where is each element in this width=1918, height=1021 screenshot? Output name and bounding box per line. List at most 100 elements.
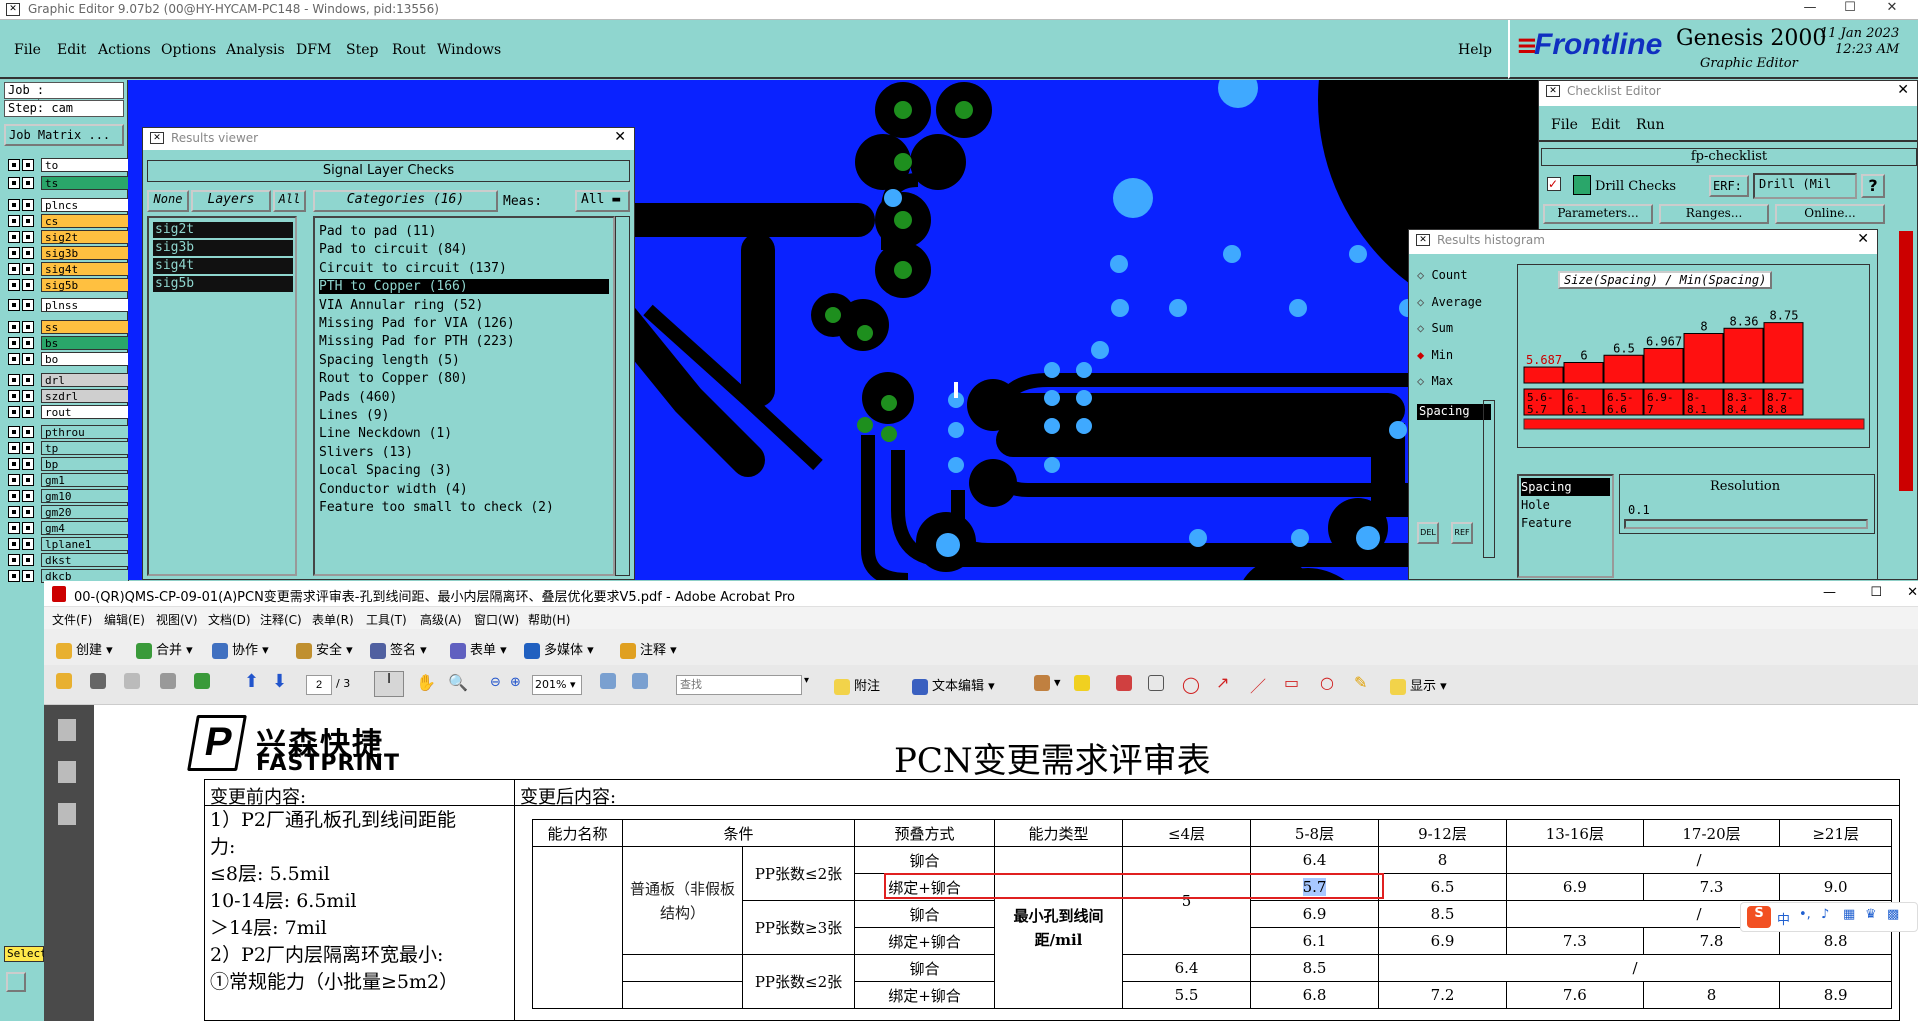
layer-checkbox[interactable] [22, 390, 34, 402]
ime-punct-icon[interactable]: •, [1799, 907, 1811, 922]
layer-name[interactable]: gm20 [41, 505, 129, 519]
text-edit-button[interactable]: 文本编辑 ▾ [912, 675, 995, 695]
layer-checkbox[interactable] [8, 406, 20, 418]
category-item[interactable]: Lines (9) [319, 408, 389, 423]
task-button[interactable]: 表单 ▾ [450, 639, 507, 659]
job-matrix-button[interactable]: Job Matrix ... [4, 124, 124, 146]
signatures-icon[interactable] [58, 803, 76, 825]
pencil-icon[interactable]: ✎ [1354, 673, 1367, 692]
scrollbar[interactable] [1483, 400, 1495, 558]
spacing-selected[interactable]: Spacing [1417, 404, 1491, 420]
menu-help[interactable]: Help [1458, 42, 1492, 58]
layer-name[interactable]: bp [41, 457, 129, 471]
layer-checkbox[interactable] [22, 490, 34, 502]
close-icon[interactable]: ✕ [1897, 82, 1909, 98]
layer-checkbox[interactable] [8, 522, 20, 534]
acrobat-menu-item[interactable]: 窗口(W) [474, 611, 519, 628]
layer-checkbox[interactable] [22, 177, 34, 189]
category-item[interactable]: Pad to circuit (84) [319, 242, 468, 257]
tool-icon[interactable] [6, 972, 26, 992]
maximize-icon[interactable]: ☐ [1870, 585, 1882, 600]
layer-item[interactable]: cs [8, 214, 129, 228]
layer-checkbox[interactable] [22, 406, 34, 418]
acrobat-menu-item[interactable]: 注释(C) [260, 611, 302, 628]
task-button[interactable]: 签名 ▾ [370, 639, 427, 659]
layer-checkbox[interactable] [22, 299, 34, 311]
meas-select[interactable]: All ▬ [575, 190, 630, 212]
oval-icon[interactable]: ○ [1320, 673, 1334, 692]
category-item[interactable]: Feature too small to check (2) [319, 500, 554, 515]
layer-item[interactable]: bo [8, 352, 129, 366]
textbox-icon[interactable] [1148, 675, 1168, 691]
layer-name[interactable]: sig2t [41, 230, 129, 244]
layer-name[interactable]: plnss [41, 298, 129, 312]
layer-checkbox[interactable] [22, 522, 34, 534]
layer-checkbox[interactable] [8, 247, 20, 259]
share-icon[interactable] [194, 673, 214, 689]
task-button[interactable]: 合并 ▾ [136, 639, 193, 659]
histogram-bar[interactable] [1523, 366, 1564, 384]
zoom-out-icon[interactable]: ⊖ [490, 675, 501, 690]
menu-dfm[interactable]: DFM [296, 42, 331, 58]
layer-checkbox[interactable] [22, 474, 34, 486]
task-button[interactable]: 创建 ▾ [56, 639, 113, 659]
close-icon[interactable]: ✕ [1872, 0, 1912, 20]
layer-checkbox[interactable] [8, 215, 20, 227]
layer-item[interactable]: gm10 [8, 489, 129, 503]
layer-checkbox[interactable] [22, 159, 34, 171]
layer-name[interactable]: bo [41, 352, 129, 366]
task-button[interactable]: 多媒体 ▾ [524, 639, 594, 659]
hand-tool-icon[interactable]: ✋ [416, 673, 436, 692]
result-layer-item[interactable]: sig4t [153, 258, 293, 274]
layer-name[interactable]: gm4 [41, 521, 129, 535]
layer-item[interactable]: gm4 [8, 521, 129, 535]
layer-item[interactable]: rout [8, 405, 129, 419]
category-item[interactable]: Conductor width (4) [319, 482, 468, 497]
layer-checkbox[interactable] [22, 199, 34, 211]
ime-logo-icon[interactable]: S [1747, 906, 1771, 928]
layer-checkbox[interactable] [8, 231, 20, 243]
menu-step[interactable]: Step [346, 42, 378, 58]
type-item[interactable]: Feature [1521, 514, 1610, 532]
type-item[interactable]: Hole [1521, 496, 1610, 514]
layer-item[interactable]: ss [8, 320, 129, 334]
close-icon[interactable]: ✕ [1857, 231, 1869, 247]
arrow-icon[interactable]: ↗ [1216, 673, 1229, 692]
layer-checkbox[interactable] [8, 554, 20, 566]
line-icon[interactable]: ／ [1250, 673, 1266, 697]
layer-name[interactable]: drl [41, 373, 129, 387]
layer-checkbox[interactable] [8, 374, 20, 386]
menu-windows[interactable]: Windows [437, 42, 501, 58]
layer-checkbox[interactable] [22, 374, 34, 386]
layer-name[interactable]: sig3b [41, 246, 129, 260]
layer-checkbox[interactable] [22, 279, 34, 291]
pages-icon[interactable] [58, 719, 76, 741]
task-button[interactable]: 协作 ▾ [212, 639, 269, 659]
layer-item[interactable]: pthrou [8, 425, 129, 439]
layer-checkbox[interactable] [8, 506, 20, 518]
layer-checkbox[interactable] [22, 321, 34, 333]
checklist-menu-file[interactable]: File [1551, 117, 1578, 133]
layer-checkbox[interactable] [22, 353, 34, 365]
chevron-down-icon[interactable]: ▾ [804, 675, 809, 686]
layer-checkbox[interactable] [22, 506, 34, 518]
acrobat-menu-item[interactable]: 视图(V) [156, 611, 198, 628]
category-item[interactable]: Rout to Copper (80) [319, 371, 468, 386]
layer-checkbox[interactable] [8, 353, 20, 365]
layer-item[interactable]: drl [8, 373, 129, 387]
layer-name[interactable]: ts [41, 176, 129, 190]
layer-item[interactable]: gm20 [8, 505, 129, 519]
zoom-in-icon[interactable]: ⊕ [510, 675, 521, 690]
menu-options[interactable]: Options [161, 42, 216, 58]
layers-button[interactable]: Layers [191, 190, 271, 212]
next-page-icon[interactable]: ⬇ [272, 671, 287, 692]
rectangle-icon[interactable]: ▭ [1284, 673, 1299, 692]
layer-name[interactable]: szdrl [41, 389, 129, 403]
layer-name[interactable]: sig4t [41, 262, 129, 276]
open-icon[interactable] [56, 673, 76, 689]
save-icon[interactable] [124, 673, 144, 689]
ime-lang[interactable]: 中 [1777, 909, 1790, 928]
layer-checkbox[interactable] [22, 426, 34, 438]
category-item[interactable]: Missing Pad for VIA (126) [319, 316, 515, 331]
category-item[interactable]: Line Neckdown (1) [319, 426, 452, 441]
